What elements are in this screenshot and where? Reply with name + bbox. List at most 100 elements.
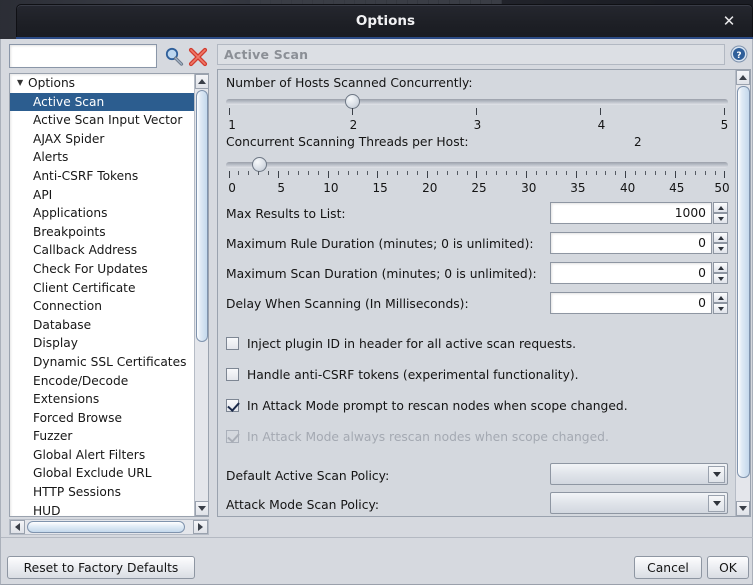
max-rule-duration-stepper[interactable] <box>713 232 728 254</box>
scroll-right-icon[interactable] <box>193 520 208 534</box>
sidebar-item-alerts[interactable]: Alerts <box>10 148 196 167</box>
sidebar-item-http-sessions[interactable]: HTTP Sessions <box>10 483 196 502</box>
max-results-stepper[interactable] <box>713 202 728 224</box>
minor-tick <box>387 171 389 175</box>
sidebar-item-callback-address[interactable]: Callback Address <box>10 241 196 260</box>
max-scan-duration-stepper[interactable] <box>713 262 728 284</box>
sidebar-item-applications[interactable]: Applications <box>10 204 196 223</box>
stepper-down-icon[interactable] <box>713 303 728 314</box>
scroll-down-icon[interactable] <box>736 501 750 516</box>
sidebar-item-anti-csrf-tokens[interactable]: Anti-CSRF Tokens <box>10 167 196 186</box>
panel-scroll-thumb[interactable] <box>737 86 750 478</box>
sidebar-item-dynamic-ssl-certificates[interactable]: Dynamic SSL Certificates <box>10 353 196 372</box>
stepper-down-icon[interactable] <box>713 243 728 254</box>
sidebar-item-forced-browse[interactable]: Forced Browse <box>10 409 196 428</box>
threads-per-host-value: 2 <box>634 135 642 149</box>
panel-vertical-scrollbar[interactable] <box>735 70 750 516</box>
tick-label: 2 <box>349 118 358 132</box>
minor-tick <box>565 171 567 175</box>
sidebar-item-check-for-updates[interactable]: Check For Updates <box>10 260 196 279</box>
footer-divider <box>1 537 753 538</box>
sidebar-scroll-thumb[interactable] <box>196 90 208 342</box>
delay-when-scanning-row: Delay When Scanning (In Milliseconds): 0 <box>226 291 728 321</box>
slider-track <box>226 162 728 168</box>
stepper-up-icon[interactable] <box>713 262 728 273</box>
sidebar-item-ajax-spider[interactable]: AJAX Spider <box>10 130 196 149</box>
sidebar-item-encode-decode[interactable]: Encode/Decode <box>10 372 196 391</box>
tick-label: 30 <box>521 181 537 195</box>
hosts-concurrent-slider[interactable] <box>226 94 728 109</box>
clear-search-icon[interactable] <box>187 46 209 68</box>
cancel-button[interactable]: Cancel <box>634 556 702 579</box>
sidebar-item-global-alert-filters[interactable]: Global Alert Filters <box>10 446 196 465</box>
checkbox-inject-plugin-id[interactable]: Inject plugin ID in header for all activ… <box>226 328 728 359</box>
sidebar-horizontal-scrollbar[interactable] <box>9 519 209 535</box>
max-rule-duration-input[interactable]: 0 <box>550 232 712 254</box>
checkbox-checked-icon[interactable] <box>226 399 239 412</box>
scroll-up-icon[interactable] <box>195 74 208 89</box>
list-item-label: Fuzzer <box>33 429 73 444</box>
max-rule-duration-row: Maximum Rule Duration (minutes; 0 is unl… <box>226 231 728 261</box>
minor-tick <box>555 171 557 175</box>
sidebar-item-breakpoints[interactable]: Breakpoints <box>10 223 196 242</box>
threads-per-host-slider[interactable] <box>226 157 728 172</box>
reset-to-factory-defaults-button[interactable]: Reset to Factory Defaults <box>7 556 195 579</box>
delay-when-scanning-input[interactable]: 0 <box>550 292 712 314</box>
sidebar-item-connection[interactable]: Connection <box>10 297 196 316</box>
chevron-down-icon[interactable] <box>708 495 725 512</box>
search-input[interactable] <box>9 44 157 68</box>
scroll-left-icon[interactable] <box>10 520 25 534</box>
sidebar-hscroll-thumb[interactable] <box>27 521 185 533</box>
sidebar-item-active-scan[interactable]: Active Scan <box>10 92 196 112</box>
sidebar-item-active-scan-input-vector[interactable]: Active Scan Input Vector <box>10 111 196 130</box>
checkbox-icon[interactable] <box>226 368 239 381</box>
threads-per-host-label: Concurrent Scanning Threads per Host: <box>226 135 469 149</box>
slider-thumb[interactable] <box>251 157 267 172</box>
sidebar-item-extensions[interactable]: Extensions <box>10 390 196 409</box>
delay-when-scanning-stepper[interactable] <box>713 292 728 314</box>
sidebar-item-database[interactable]: Database <box>10 316 196 335</box>
major-tick <box>724 171 726 178</box>
checkbox-attack-mode-prompt-rescan[interactable]: In Attack Mode prompt to rescan nodes wh… <box>226 390 728 421</box>
tree-root-options[interactable]: ▼ Options <box>10 74 196 93</box>
stepper-up-icon[interactable] <box>713 292 728 303</box>
slider-thumb[interactable] <box>345 94 360 109</box>
minor-tick <box>694 171 696 175</box>
attack-mode-scan-policy-select[interactable] <box>550 492 728 514</box>
sidebar-item-fuzzer[interactable]: Fuzzer <box>10 427 196 446</box>
stepper-up-icon[interactable] <box>713 232 728 243</box>
scroll-down-icon[interactable] <box>195 501 208 516</box>
close-icon[interactable]: ✕ <box>720 13 738 31</box>
scroll-up-icon[interactable] <box>736 70 750 85</box>
max-results-input[interactable]: 1000 <box>550 202 712 224</box>
ok-button[interactable]: OK <box>707 556 749 579</box>
help-question-icon[interactable]: ? <box>729 44 749 64</box>
sidebar-item-display[interactable]: Display <box>10 334 196 353</box>
sidebar-item-global-exclude-url[interactable]: Global Exclude URL <box>10 464 196 483</box>
stepper-down-icon[interactable] <box>713 273 728 284</box>
tick-label: 10 <box>323 181 339 195</box>
max-scan-duration-input[interactable]: 0 <box>550 262 712 284</box>
window-titlebar: Options ✕ <box>16 4 753 37</box>
chevron-down-icon[interactable]: ▼ <box>17 74 28 92</box>
list-item-label: Global Exclude URL <box>33 466 152 481</box>
tick-label: 1 <box>228 118 236 132</box>
minor-tick <box>615 171 617 175</box>
major-tick <box>228 171 230 178</box>
checkbox-handle-anti-csrf[interactable]: Handle anti-CSRF tokens (experimental fu… <box>226 359 728 390</box>
major-tick <box>476 171 478 178</box>
search-icon[interactable] <box>163 46 185 68</box>
chevron-down-icon[interactable] <box>708 466 725 483</box>
checkbox-icon[interactable] <box>226 337 239 350</box>
list-item-label: Active Scan <box>33 94 105 109</box>
stepper-up-icon[interactable] <box>713 202 728 213</box>
sidebar-item-hud[interactable]: HUD <box>10 502 196 516</box>
sidebar-item-api[interactable]: API <box>10 186 196 205</box>
sidebar-item-client-certificate[interactable]: Client Certificate <box>10 279 196 298</box>
settings-content: Number of Hosts Scanned Concurrently: 1 <box>218 70 736 516</box>
stepper-down-icon[interactable] <box>713 213 728 224</box>
sidebar-vertical-scrollbar[interactable] <box>194 74 208 516</box>
minor-tick <box>436 171 438 175</box>
default-active-scan-policy-select[interactable] <box>550 463 728 485</box>
options-tree[interactable]: ▼ Options Active Scan Active Scan Input V… <box>9 73 209 517</box>
